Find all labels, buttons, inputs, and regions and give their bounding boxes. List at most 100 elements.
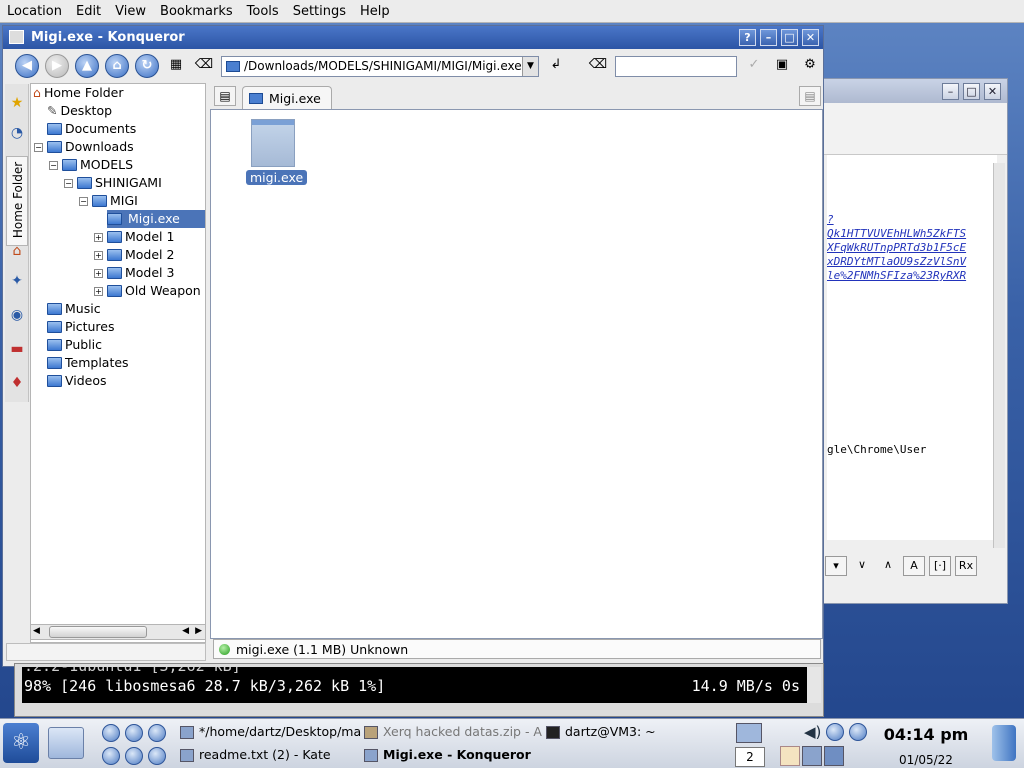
quicklaunch-settings-icon[interactable] (125, 747, 143, 765)
bg-link[interactable]: ? (827, 213, 997, 227)
terminal-output[interactable]: .2.2-1ubuntu1 [3,262 kB] 98% [246 libosm… (22, 667, 808, 703)
back-arrow-icon[interactable]: ◀ (15, 54, 39, 78)
services-icon[interactable]: ♦ (6, 372, 28, 394)
menu-help[interactable]: Help (353, 4, 397, 19)
quicklaunch-system-icon[interactable] (148, 747, 166, 765)
clock-time[interactable]: 04:14 pm (878, 725, 974, 744)
task-kate[interactable]: readme.txt (2) - Kate (180, 745, 331, 765)
network-tray-icon[interactable] (802, 746, 822, 766)
tree-item-templates[interactable]: Templates (47, 354, 129, 372)
trash-icon[interactable] (992, 725, 1016, 761)
background-window-titlebar[interactable]: – □ ✕ (821, 79, 1007, 103)
folder-tree[interactable]: ⌂ Home Folder ✎ Desktop Documents − Down… (30, 83, 206, 643)
k-menu-button[interactable]: ⚛ (3, 723, 39, 763)
tree-item-music[interactable]: Music (47, 300, 101, 318)
bg-close-button[interactable]: ✕ (984, 82, 1001, 100)
tray-globe-icon[interactable] (849, 723, 867, 741)
klipper-icon[interactable] (780, 746, 800, 766)
bg-link[interactable]: le%2FNMhSFIza%23RyRXR (827, 269, 997, 283)
menu-location[interactable]: Location (0, 4, 69, 19)
clear-location-icon[interactable]: ⌫ (193, 55, 215, 77)
close-tab-icon[interactable]: ▤ (799, 86, 821, 106)
tree-item-old-weapon[interactable]: + Old Weapon S (94, 282, 205, 300)
file-icon[interactable] (251, 119, 295, 167)
task-editor[interactable]: */home/dartz/Desktop/ma (180, 722, 361, 742)
quicklaunch-konqueror-icon[interactable] (102, 724, 120, 742)
media-icon[interactable]: ✦ (6, 270, 28, 292)
tree-item-model-2[interactable]: + Model 2 (94, 246, 174, 264)
search-input[interactable] (615, 55, 737, 77)
clear-search-icon[interactable]: ⌫ (587, 55, 609, 77)
quicklaunch-help-icon[interactable] (125, 724, 143, 742)
task-konqueror[interactable]: Migi.exe - Konqueror (364, 745, 531, 765)
tab-migi-exe[interactable]: Migi.exe (242, 86, 332, 109)
menu-tools[interactable]: Tools (240, 4, 286, 19)
collapse-icon[interactable]: − (79, 196, 88, 206)
menu-view[interactable]: View (108, 4, 153, 19)
tree-item-shinigami[interactable]: − SHINIGAMI (64, 174, 162, 192)
location-bar[interactable]: /Downloads/MODELS/SHINIGAMI/MIGI/Migi.ex… (221, 55, 539, 77)
desktop-pager[interactable]: 2 (735, 747, 765, 767)
task-archive[interactable]: Xerq hacked datas.zip - A (364, 722, 542, 742)
background-window[interactable]: – □ ✕ ? Qk1HTTVUVEhHLWh5ZkFTS XFqWkRUTnp… (820, 78, 1008, 604)
view-mode-icon[interactable]: ▦ (165, 55, 187, 77)
collapse-icon[interactable]: − (64, 178, 73, 188)
scroll-right-icon[interactable]: ▶ (195, 626, 202, 636)
quicklaunch-web-icon[interactable] (148, 724, 166, 742)
regex-icon[interactable]: Rx (955, 556, 977, 576)
maximize-button[interactable]: □ (781, 29, 798, 46)
close-button[interactable]: ✕ (802, 29, 819, 46)
bg-link[interactable]: xDRDYtMTlaOU9sZzVlSnV (827, 255, 997, 269)
file-label[interactable]: migi.exe (246, 170, 308, 185)
tree-item-downloads[interactable]: − Downloads (34, 138, 134, 156)
home-icon[interactable]: ⌂ (105, 54, 129, 78)
expand-icon[interactable]: + (94, 232, 103, 242)
menu-edit[interactable]: Edit (69, 4, 108, 19)
window-titlebar[interactable]: Migi.exe - Konqueror ? – □ ✕ (3, 26, 823, 49)
tree-item-model-3[interactable]: + Model 3 (94, 264, 174, 282)
bookmarks-star-icon[interactable]: ★ (6, 92, 28, 114)
bg-scrollbar[interactable] (993, 163, 1005, 548)
quicklaunch-browser-icon[interactable] (102, 747, 120, 765)
bg-minimize-button[interactable]: – (942, 82, 959, 100)
network-globe-icon[interactable]: ◉ (6, 304, 28, 326)
background-text-area[interactable]: ? Qk1HTTVUVEhHLWh5ZkFTS XFqWkRUTnpPRTd3b… (827, 155, 997, 540)
update-tray-icon[interactable] (826, 723, 844, 741)
tree-item-videos[interactable]: Videos (47, 372, 107, 390)
tree-item-model-1[interactable]: + Model 1 (94, 228, 174, 246)
tree-item-pictures[interactable]: Pictures (47, 318, 115, 336)
scroll-left-icon[interactable]: ◀ (33, 626, 40, 636)
task-terminal[interactable]: dartz@VM3: ~ (546, 722, 656, 742)
split-view-icon[interactable]: ▣ (771, 55, 793, 77)
new-tab-icon[interactable]: ▤ (214, 86, 236, 106)
display-tray-icon[interactable] (824, 746, 844, 766)
menu-bookmarks[interactable]: Bookmarks (153, 4, 240, 19)
scroll-left-icon[interactable]: ◀ (182, 626, 189, 636)
location-dropdown-icon[interactable]: ▼ (522, 56, 538, 76)
tree-item-documents[interactable]: Documents (47, 120, 136, 138)
bg-link[interactable]: Qk1HTTVUVEhHLWh5ZkFTS (827, 227, 997, 241)
tree-item-models[interactable]: − MODELS (49, 156, 133, 174)
find-options-dropdown[interactable]: ▾ (825, 556, 847, 576)
bg-link[interactable]: XFqWkRUTnpPRTd3b1F5cE (827, 241, 997, 255)
expand-icon[interactable]: + (94, 268, 103, 278)
terminal-scrollbar[interactable] (807, 667, 821, 703)
scrollbar-thumb[interactable] (49, 626, 147, 638)
file-icon-view[interactable]: migi.exe (210, 109, 823, 639)
up-arrow-icon[interactable]: ▲ (75, 54, 99, 78)
home-icon[interactable]: ⌂ (6, 240, 28, 262)
help-button[interactable]: ? (739, 29, 756, 46)
menu-settings[interactable]: Settings (286, 4, 353, 19)
konqueror-app-icon[interactable] (9, 30, 24, 44)
whole-words-icon[interactable]: [·] (929, 556, 951, 576)
match-case-icon[interactable]: A (903, 556, 925, 576)
tree-item-desktop[interactable]: ✎ Desktop (47, 102, 112, 120)
show-desktop-icon[interactable] (48, 727, 84, 759)
go-icon[interactable]: ↲ (545, 55, 567, 77)
volume-icon[interactable]: ◀) (804, 723, 822, 743)
expand-icon[interactable]: + (94, 250, 103, 260)
tree-item-migi-exe[interactable]: Migi.exe (107, 210, 205, 228)
root-folder-icon[interactable]: ▬ (6, 338, 28, 360)
history-clock-icon[interactable]: ◔ (6, 122, 28, 144)
find-previous-icon[interactable]: ∧ (877, 556, 899, 576)
